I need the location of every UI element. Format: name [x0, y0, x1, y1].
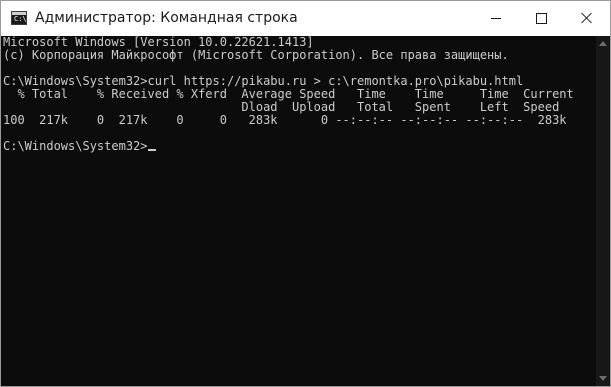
close-button[interactable]	[564, 1, 610, 36]
minimize-button[interactable]	[472, 1, 518, 36]
console-line: C:\Windows\System32>curl https://pikabu.…	[3, 75, 524, 88]
cmd-icon: C:\	[11, 11, 27, 25]
maximize-button[interactable]	[518, 1, 564, 36]
text-cursor	[147, 149, 156, 151]
window-title: Администратор: Командная строка	[35, 10, 298, 26]
console-line: Microsoft Windows [Version 10.0.22621.14…	[3, 36, 314, 49]
scroll-up-icon[interactable]	[599, 41, 607, 46]
prompt-text: C:\Windows\System32>	[3, 140, 148, 153]
console-line: % Total % Received % Xferd Average Speed…	[3, 88, 574, 101]
scroll-down-icon[interactable]	[599, 376, 607, 381]
minimize-icon	[491, 18, 501, 19]
maximize-icon	[536, 13, 547, 24]
console-line: (c) Корпорация Майкрософт (Microsoft Cor…	[3, 49, 509, 62]
vertical-scrollbar[interactable]	[596, 36, 610, 386]
console-line: Dload Upload Total Spent Left Speed	[3, 101, 560, 114]
title-bar[interactable]: C:\ Администратор: Командная строка	[1, 1, 610, 36]
prompt-line[interactable]: C:\Windows\System32>	[3, 140, 156, 153]
console-line: 100 217k 0 217k 0 0 283k 0 --:--:-- --:-…	[3, 114, 567, 127]
close-icon	[581, 12, 593, 24]
console-output[interactable]: Microsoft Windows [Version 10.0.22621.14…	[1, 36, 596, 386]
cmd-window: C:\ Администратор: Командная строка Micr…	[0, 0, 611, 387]
